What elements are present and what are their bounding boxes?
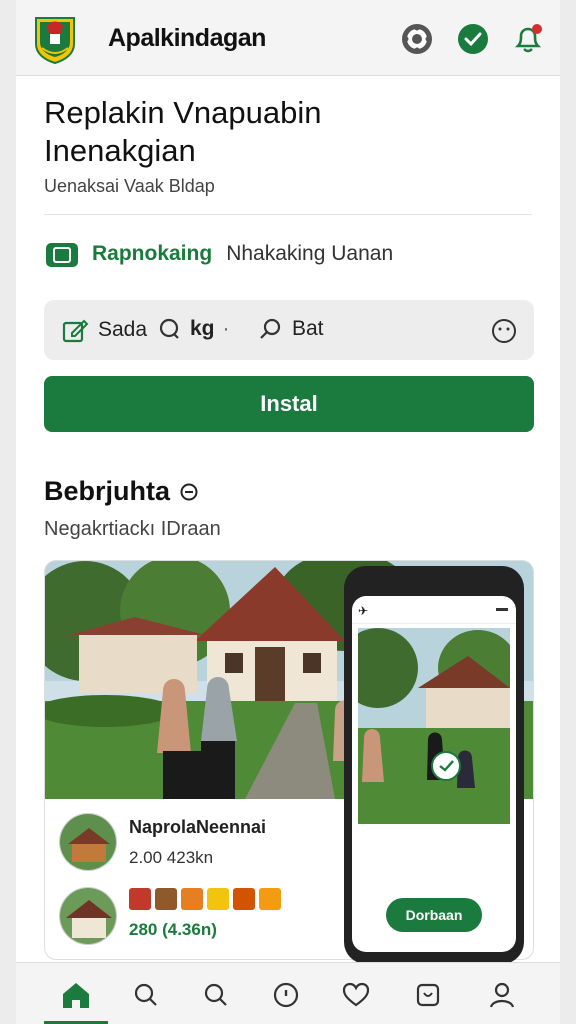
filter-item-bat[interactable]: Bat (258, 317, 324, 341)
section-title: Bebrjuhta (44, 476, 200, 507)
chip-icon (181, 888, 203, 910)
profile-icon[interactable] (482, 975, 522, 1015)
app-frame: Apalkindagan Replakin Vnapuabin Inenakgi… (16, 0, 560, 1024)
top-app-bar: Apalkindagan (16, 0, 560, 76)
listing-meta: 2.00 423kn (129, 847, 214, 867)
filter-bar: Sada kg · Bat (44, 300, 534, 360)
chip-icon (259, 888, 281, 910)
list-item[interactable]: NaprolaNeennai 2.00 423kn (59, 813, 266, 871)
bell-icon[interactable] (510, 22, 544, 56)
section-title-text: Bebrjuhta (44, 476, 171, 506)
filter-item-kg[interactable]: kg · (158, 317, 230, 341)
filter-item-label: Sada (98, 318, 148, 341)
home-icon[interactable] (56, 975, 96, 1015)
feature-row[interactable]: Rapnokaing Nhakaking Uanan (44, 238, 393, 270)
edit-icon (62, 319, 89, 343)
phone-status-bar: ✈ (352, 596, 516, 624)
search-icon[interactable] (126, 975, 166, 1015)
filter-item-sada[interactable]: Sada (62, 317, 147, 343)
clock-icon[interactable] (490, 317, 526, 345)
listing-meta: 280 (4.36n) (129, 920, 217, 939)
filter-item-label: Bat (292, 317, 324, 340)
section-subtitle: Negakrtiackı IDraan (44, 518, 221, 540)
phone-preview: ✈ Dorbaan (344, 566, 524, 964)
heading-line-1: Replakin Vnapuabin (44, 95, 322, 130)
page-heading: Replakin Vnapuabin Inenakgian (44, 94, 524, 170)
heading-line-2: Inenakgian (44, 133, 196, 168)
info-icon[interactable] (178, 481, 200, 503)
phone-menu-icon[interactable] (496, 608, 508, 611)
listing-thumbnail (59, 887, 117, 945)
install-button[interactable]: Instal (44, 376, 534, 432)
feature-description: Nhakaking Uanan (226, 242, 394, 265)
chip-icon (207, 888, 229, 910)
list-item[interactable]: 280 (4.36n) (59, 887, 281, 945)
category-chips (129, 888, 281, 910)
logo-emblem (32, 12, 78, 65)
chip-icon (233, 888, 255, 910)
phone-back-icon[interactable]: ✈ (358, 604, 368, 618)
bag-icon[interactable] (408, 975, 448, 1015)
phone-screen: ✈ Dorbaan (352, 596, 516, 952)
compass-icon[interactable] (266, 975, 306, 1015)
settings-icon[interactable] (400, 22, 434, 56)
filter-item-label: kg (190, 317, 215, 340)
bottom-nav (16, 962, 560, 1024)
phone-action-button[interactable]: Dorbaan (386, 898, 482, 932)
divider (44, 214, 532, 215)
listing-name: NaprolaNeennai (129, 816, 267, 837)
app-title: Apalkindagan (108, 24, 266, 52)
search-icon (159, 318, 179, 339)
verified-check-icon[interactable] (456, 22, 490, 56)
chip-icon (129, 888, 151, 910)
filter-item-suffix: · (222, 317, 230, 340)
feature-label: Rapnokaing (92, 242, 213, 265)
heart-icon[interactable] (336, 975, 376, 1015)
phone-photo (358, 628, 510, 824)
chip-icon (155, 888, 177, 910)
app-badge-icon (44, 239, 80, 269)
listing-thumbnail (59, 813, 117, 871)
page-subtitle: Uenaksai Vaak Bldap (44, 176, 215, 196)
search-icon (260, 318, 281, 339)
search-icon[interactable] (196, 975, 236, 1015)
